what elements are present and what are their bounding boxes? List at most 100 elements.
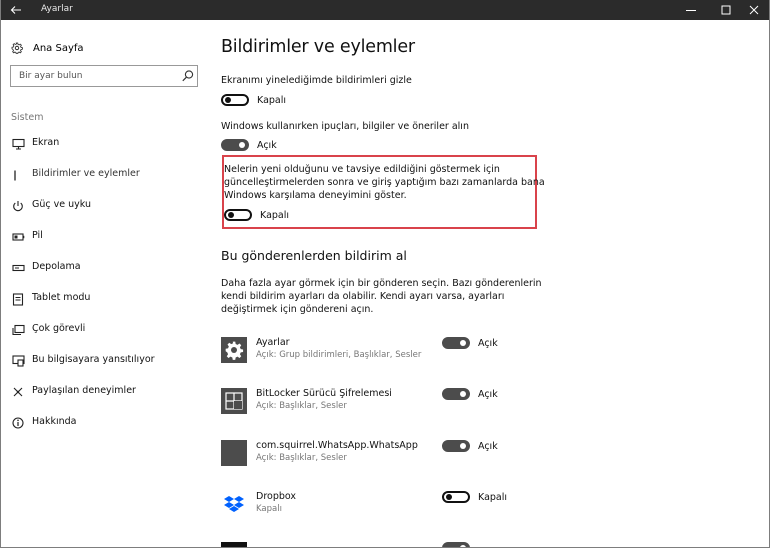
gear-icon	[221, 337, 247, 363]
setting-description-line: Nelerin yeni olduğunu ve tavsiye edildiğ…	[224, 164, 500, 175]
toggle-state-label: Açık	[478, 440, 498, 452]
battery-icon	[11, 230, 25, 244]
toggle-knob	[228, 212, 234, 218]
search-input[interactable]	[11, 66, 176, 86]
toggle-switch[interactable]	[442, 388, 470, 400]
sender-name: BitLocker Sürücü Şifrelemesi	[256, 388, 392, 399]
sender-name: com.squirrel.WhatsApp.WhatsApp	[256, 440, 418, 451]
bitlocker-icon	[221, 388, 247, 414]
page-title: Bildirimler ve eylemler	[221, 37, 415, 57]
sender-toggle-group: Açık	[442, 388, 498, 400]
back-arrow-icon	[10, 6, 21, 14]
toggle-knob	[460, 443, 466, 449]
dropbox-icon	[221, 491, 247, 517]
maximize-icon	[721, 5, 731, 15]
setting-toggle-row: Kapalı	[224, 208, 289, 222]
toggle-knob	[239, 142, 245, 148]
sidebar-item-label: Bu bilgisayara yansıtılıyor	[32, 354, 155, 365]
sidebar-item-label: Paylaşılan deneyimler	[32, 385, 136, 396]
setting-toggle-row: Kapalı	[221, 93, 286, 107]
toggle-state-label: Kapalı	[257, 94, 287, 106]
sidebar-item-label: Ekran	[32, 137, 60, 148]
projecting-icon	[11, 354, 25, 368]
sidebar-item-label: Hakkında	[32, 416, 77, 427]
sidebar-item-shared-experiences[interactable]: Paylaşılan deneyimler	[1, 381, 211, 403]
power-icon	[11, 199, 25, 213]
sidebar-item-label: Çok görevli	[32, 323, 86, 334]
sender-row[interactable]: Dropbox Kapalı Kapalı	[221, 491, 521, 523]
setting-description: Ekranımı yinelediğimde bildirimleri gizl…	[221, 75, 412, 86]
setting-description-line: güncelleştirmelerden sonra ve giriş yapt…	[224, 177, 545, 188]
section-description-line: değiştirmek için göndereni açın.	[221, 304, 374, 315]
sender-detail: Kapalı	[256, 504, 282, 514]
minimize-button[interactable]	[676, 0, 706, 20]
sidebar-item-power-sleep[interactable]: Güç ve uyku	[1, 195, 211, 217]
sender-detail: Açık: Başlıklar, Sesler	[256, 453, 347, 463]
sender-toggle-group: Kapalı	[442, 491, 507, 503]
sidebar-item-label: Bildirimler ve eylemler	[32, 168, 140, 179]
toggle-switch[interactable]	[442, 491, 470, 503]
sidebar: Ana Sayfa Sistem Ekran Bildirimler ve ey…	[1, 20, 211, 547]
sidebar-item-tablet-mode[interactable]: Tablet modu	[1, 288, 211, 310]
sidebar-item-label: Güç ve uyku	[32, 199, 91, 210]
shared-experiences-icon	[11, 385, 25, 399]
sidebar-item-storage[interactable]: Depolama	[1, 257, 211, 279]
sidebar-item-notifications[interactable]: Bildirimler ve eylemler	[1, 164, 211, 186]
sender-toggle-group	[442, 542, 470, 547]
setting-description-line: Windows karşılama deneyimini göster.	[224, 190, 407, 201]
toggle-switch[interactable]	[442, 542, 470, 547]
notification-icon	[11, 168, 25, 182]
sidebar-item-label: Pil	[32, 230, 43, 241]
sidebar-item-display[interactable]: Ekran	[1, 133, 211, 155]
toggle-knob	[460, 391, 466, 397]
sender-name: Ayarlar	[256, 337, 290, 348]
toggle-switch[interactable]	[442, 440, 470, 452]
app-placeholder-icon	[221, 440, 247, 466]
toggle-switch[interactable]	[221, 139, 249, 151]
search-box[interactable]	[10, 65, 198, 87]
app-placeholder-icon	[221, 542, 247, 547]
home-label: Ana Sayfa	[33, 42, 84, 54]
maximize-button[interactable]	[711, 0, 741, 20]
sidebar-item-label: Depolama	[32, 261, 81, 272]
sidebar-item-projecting[interactable]: Bu bilgisayara yansıtılıyor	[1, 350, 211, 372]
sender-row-partial[interactable]	[221, 542, 521, 547]
main-content: Bildirimler ve eylemler Ekranımı yineled…	[221, 20, 761, 547]
toggle-state-label: Açık	[478, 388, 498, 400]
section-title: Bu gönderenlerden bildirim al	[221, 248, 407, 263]
window-title: Ayarlar	[41, 4, 73, 14]
sender-name: Dropbox	[256, 491, 297, 502]
toggle-state-label: Açık	[478, 337, 498, 349]
sidebar-item-battery[interactable]: Pil	[1, 226, 211, 248]
sidebar-item-about[interactable]: Hakkında	[1, 412, 211, 434]
toggle-state-label: Kapalı	[260, 209, 290, 221]
sender-row[interactable]: BitLocker Sürücü Şifrelemesi Açık: Başlı…	[221, 388, 521, 420]
toggle-switch[interactable]	[221, 94, 249, 106]
gear-icon	[11, 42, 23, 54]
settings-window: Ayarlar Ana Sayfa Bir ayar bulun Sistem …	[0, 0, 770, 548]
back-button[interactable]	[1, 0, 31, 20]
section-description-line: kendi bildirim ayarları da olabilir. Ken…	[221, 291, 505, 302]
minimize-icon	[686, 10, 696, 11]
home-link[interactable]: Ana Sayfa	[11, 40, 84, 56]
monitor-icon	[11, 137, 25, 151]
toggle-knob	[446, 494, 452, 500]
toggle-switch[interactable]	[442, 337, 470, 349]
info-icon	[11, 416, 25, 430]
toggle-state-label: Açık	[257, 139, 277, 151]
sender-toggle-group: Açık	[442, 440, 498, 452]
toggle-state-label: Kapalı	[478, 491, 508, 503]
close-button[interactable]	[739, 0, 769, 20]
setting-description: Windows kullanırken ipuçları, bilgiler v…	[221, 121, 469, 132]
toggle-knob	[460, 340, 466, 346]
sender-row[interactable]: Ayarlar Açık: Grup bildirimleri, Başlıkl…	[221, 337, 521, 369]
sender-toggle-group: Açık	[442, 337, 498, 349]
section-description-line: Daha fazla ayar görmek için bir gönderen…	[221, 278, 542, 289]
sidebar-item-multitasking[interactable]: Çok görevli	[1, 319, 211, 341]
tablet-icon	[11, 292, 25, 306]
multitasking-icon	[11, 323, 25, 337]
toggle-switch[interactable]	[224, 209, 252, 221]
search-icon[interactable]	[181, 69, 195, 83]
sender-row[interactable]: com.squirrel.WhatsApp.WhatsApp Açık: Baş…	[221, 440, 521, 472]
title-bar: Ayarlar	[1, 0, 769, 20]
